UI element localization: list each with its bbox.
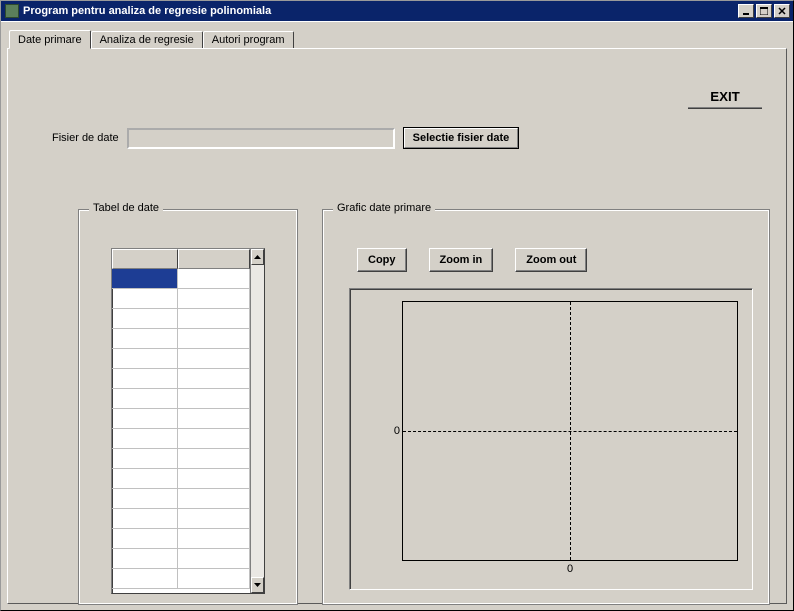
cell[interactable] (112, 369, 178, 388)
group-grafic-date: Grafic date primare Copy Zoom in Zoom ou… (322, 209, 770, 605)
cell[interactable] (178, 489, 250, 508)
minimize-button[interactable] (738, 4, 754, 18)
chevron-up-icon (254, 255, 261, 259)
maximize-icon (760, 7, 768, 15)
grid-header-row (112, 249, 250, 269)
table-row[interactable] (112, 409, 250, 429)
cell[interactable] (112, 449, 178, 468)
table-row[interactable] (112, 449, 250, 469)
cell[interactable] (112, 489, 178, 508)
maximize-button[interactable] (756, 4, 772, 18)
cell[interactable] (178, 369, 250, 388)
app-window: Program pentru analiza de regresie polin… (0, 0, 794, 611)
table-row[interactable] (112, 369, 250, 389)
cell[interactable] (178, 309, 250, 328)
table-row[interactable] (112, 569, 250, 589)
cell[interactable] (112, 549, 178, 568)
table-row[interactable] (112, 509, 250, 529)
window-buttons (738, 4, 791, 18)
cell[interactable] (178, 449, 250, 468)
table-row[interactable] (112, 549, 250, 569)
cell[interactable] (178, 389, 250, 408)
table-row[interactable] (112, 469, 250, 489)
cell[interactable] (178, 409, 250, 428)
zoom-in-button[interactable]: Zoom in (429, 248, 494, 272)
table-row[interactable] (112, 289, 250, 309)
cell[interactable] (112, 329, 178, 348)
cell[interactable] (178, 429, 250, 448)
cell[interactable] (112, 349, 178, 368)
file-path-input[interactable] (127, 128, 395, 149)
title-bar[interactable]: Program pentru analiza de regresie polin… (1, 1, 793, 21)
client-area: Date primare Analiza de regresie Autori … (1, 21, 793, 610)
cell[interactable] (112, 409, 178, 428)
table-row[interactable] (112, 489, 250, 509)
y-tick-label: 0 (394, 425, 400, 437)
cell[interactable] (178, 549, 250, 568)
copy-button[interactable]: Copy (357, 248, 407, 272)
group-tabel-date: Tabel de date (78, 209, 298, 605)
cell[interactable] (112, 389, 178, 408)
data-grid[interactable] (111, 248, 265, 594)
table-row[interactable] (112, 269, 250, 289)
window-title: Program pentru analiza de regresie polin… (23, 5, 738, 17)
plot-area[interactable] (402, 301, 738, 561)
tab-label: Analiza de regresie (100, 34, 194, 46)
table-row[interactable] (112, 389, 250, 409)
tab-analiza[interactable]: Analiza de regresie (91, 31, 203, 48)
cell[interactable] (178, 509, 250, 528)
scroll-track[interactable] (251, 265, 264, 577)
cell[interactable] (178, 469, 250, 488)
table-row[interactable] (112, 309, 250, 329)
cell[interactable] (178, 329, 250, 348)
cell[interactable] (112, 569, 178, 588)
tab-label: Date primare (18, 34, 82, 46)
app-icon (5, 4, 19, 18)
col-header-1[interactable] (178, 249, 250, 269)
cell[interactable] (112, 509, 178, 528)
cell[interactable] (178, 349, 250, 368)
chevron-down-icon (254, 583, 261, 587)
table-row[interactable] (112, 429, 250, 449)
x-tick-label: 0 (567, 563, 573, 575)
cell[interactable] (112, 289, 178, 308)
cell[interactable] (178, 269, 250, 288)
cell[interactable] (112, 529, 178, 548)
group-legend: Tabel de date (89, 202, 163, 214)
close-icon (778, 7, 786, 15)
tab-autori[interactable]: Autori program (203, 31, 294, 48)
col-header-0[interactable] (112, 249, 178, 269)
exit-button[interactable]: EXIT (688, 85, 762, 109)
grid-scrollbar[interactable] (250, 249, 264, 593)
minimize-icon (742, 7, 750, 15)
close-button[interactable] (774, 4, 790, 18)
tab-label: Autori program (212, 34, 285, 46)
file-row: Fisier de date Selectie fisier date (52, 127, 519, 149)
plot-panel: 0 0 (349, 288, 753, 590)
select-file-button[interactable]: Selectie fisier date (404, 128, 519, 148)
tab-date-primare[interactable]: Date primare (9, 30, 91, 49)
tab-panel: EXIT Fisier de date Selectie fisier date… (7, 48, 787, 604)
grafic-button-row: Copy Zoom in Zoom out (357, 248, 587, 272)
tabs-row: Date primare Analiza de regresie Autori … (9, 28, 787, 48)
select-file-button-wrap: Selectie fisier date (403, 127, 520, 149)
cell[interactable] (178, 569, 250, 588)
exit-row: EXIT (688, 85, 762, 109)
table-row[interactable] (112, 529, 250, 549)
grid-body (112, 249, 250, 593)
file-label: Fisier de date (52, 132, 119, 144)
scroll-up-button[interactable] (251, 249, 264, 265)
cell[interactable] (112, 309, 178, 328)
table-row[interactable] (112, 329, 250, 349)
cell[interactable] (178, 289, 250, 308)
cell[interactable] (112, 429, 178, 448)
cell[interactable] (112, 469, 178, 488)
cell-selected[interactable] (112, 269, 178, 288)
zoom-out-button[interactable]: Zoom out (515, 248, 587, 272)
scroll-down-button[interactable] (251, 577, 264, 593)
grid-line-vertical (570, 302, 571, 560)
cell[interactable] (178, 529, 250, 548)
table-row[interactable] (112, 349, 250, 369)
group-legend: Grafic date primare (333, 202, 435, 214)
